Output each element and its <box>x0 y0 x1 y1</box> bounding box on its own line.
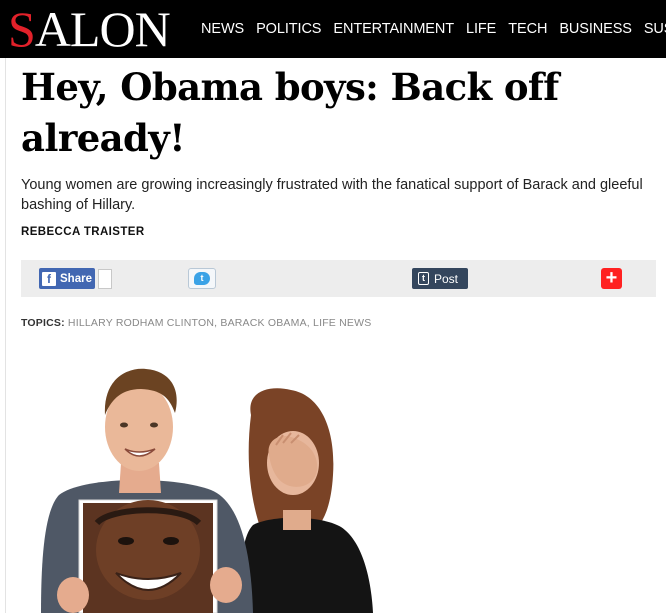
topic-link-life-news[interactable]: LIFE NEWS <box>313 317 371 329</box>
nav-tech[interactable]: TECH <box>508 21 547 37</box>
facebook-share-count <box>98 269 112 289</box>
share-bar: f Share t t Post + <box>21 260 656 297</box>
topics-list: TOPICS: HILLARY RODHAM CLINTON, BARACK O… <box>21 317 372 329</box>
more-share-button[interactable]: + <box>601 268 622 289</box>
nav-sustainability[interactable]: SUSTAINA <box>644 21 666 37</box>
article-headline: Hey, Obama boys: Back off already! <box>21 65 559 160</box>
topics-label: TOPICS: <box>21 317 65 329</box>
article-dek: Young women are growing increasingly fru… <box>21 177 643 213</box>
left-divider <box>5 58 6 613</box>
twitter-share-button[interactable]: t <box>188 268 216 289</box>
facebook-share-label: Share <box>60 272 92 285</box>
nav-business[interactable]: BUSINESS <box>559 21 632 37</box>
tumblr-post-label: Post <box>434 271 459 286</box>
nav-politics[interactable]: POLITICS <box>256 21 321 37</box>
main-nav: NEWS POLITICS ENTERTAINMENT LIFE TECH BU… <box>201 0 666 58</box>
nav-life[interactable]: LIFE <box>466 21 496 37</box>
tumblr-post-button[interactable]: t Post <box>412 268 468 289</box>
plus-icon: + <box>605 267 618 289</box>
facebook-share-button[interactable]: f Share <box>39 268 95 289</box>
topic-link-obama[interactable]: BARACK OBAMA <box>220 317 306 329</box>
tumblr-icon: t <box>418 272 429 285</box>
nav-entertainment[interactable]: ENTERTAINMENT <box>333 21 454 37</box>
topic-link-hillary[interactable]: HILLARY RODHAM CLINTON <box>68 317 214 329</box>
photo-illustration <box>21 345 401 613</box>
top-navbar: SALON NEWS POLITICS ENTERTAINMENT LIFE T… <box>0 0 666 58</box>
facebook-icon: f <box>42 271 56 286</box>
twitter-bird-icon: t <box>194 272 210 285</box>
nav-news[interactable]: NEWS <box>201 21 244 37</box>
article-hero-image <box>21 345 401 613</box>
article-byline[interactable]: REBECCA TRAISTER <box>21 226 145 238</box>
salon-logo[interactable]: SALON <box>8 4 171 54</box>
